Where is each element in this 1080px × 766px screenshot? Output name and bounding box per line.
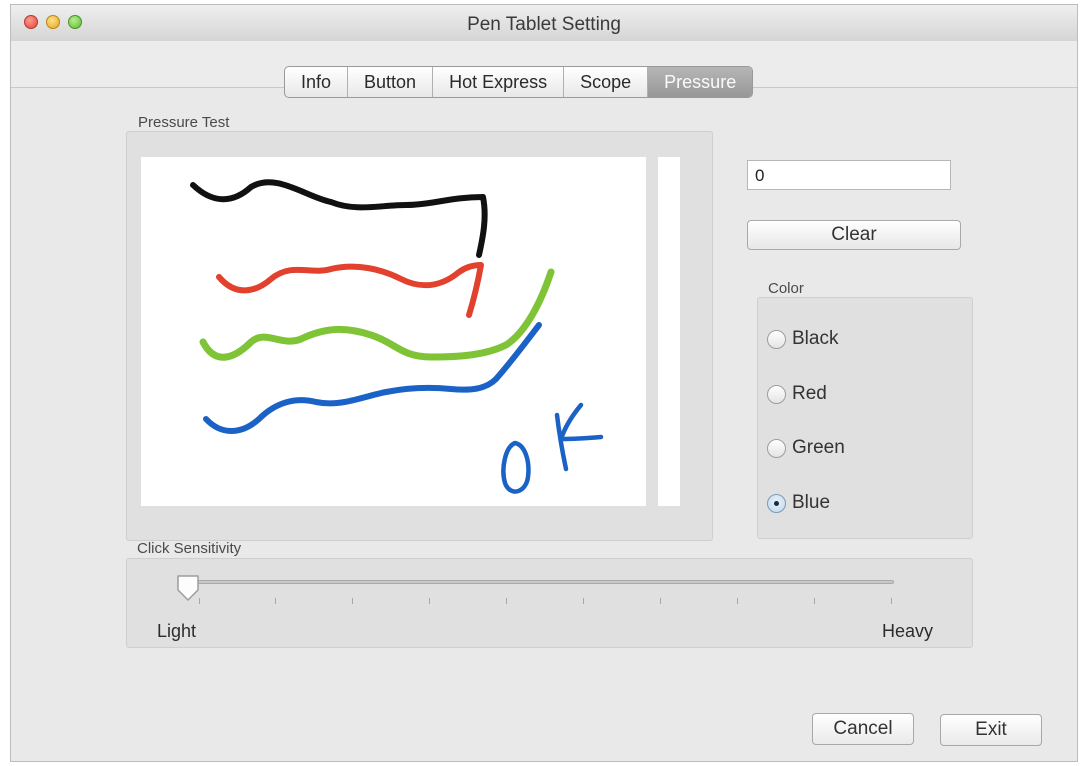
slider-max-label: Heavy <box>882 621 934 641</box>
click-sensitivity-label: Click Sensitivity <box>137 540 242 557</box>
slider-tick <box>660 598 661 604</box>
canvas-scrollbar[interactable] <box>658 157 680 506</box>
color-label: Color <box>768 280 804 297</box>
handwritten-o <box>501 440 531 494</box>
slider-min-label: Light <box>157 621 197 641</box>
handwritten-k-stem <box>554 412 569 472</box>
sensitivity-slider-track[interactable] <box>186 580 894 584</box>
tab-hot-express[interactable]: Hot Express <box>433 67 565 97</box>
slider-tick <box>506 598 507 604</box>
color-option-red[interactable]: Red <box>767 381 827 407</box>
clear-button[interactable]: Clear <box>747 220 961 250</box>
slider-tick <box>583 598 584 604</box>
slider-tick <box>891 598 892 604</box>
color-option-label: Green <box>792 437 845 458</box>
color-option-black[interactable]: Black <box>767 326 838 352</box>
radio-black-icon[interactable] <box>767 329 786 349</box>
color-option-label: Black <box>792 328 839 349</box>
red-stroke <box>216 262 484 318</box>
slider-tick <box>737 598 738 604</box>
color-option-blue[interactable]: Blue <box>767 490 830 516</box>
color-option-green[interactable]: Green <box>767 435 845 461</box>
color-option-label: Blue <box>792 492 831 513</box>
tab-bar: Info Button Hot Express Scope Pressure <box>284 66 754 98</box>
tab-scope[interactable]: Scope <box>564 67 649 97</box>
tab-pressure[interactable]: Pressure <box>648 67 753 97</box>
color-option-label: Red <box>792 383 827 404</box>
pressure-value-field[interactable]: 0 <box>747 160 951 190</box>
tab-info[interactable]: Info <box>285 67 349 97</box>
click-sensitivity-panel <box>126 558 973 648</box>
tab-button[interactable]: Button <box>348 67 434 97</box>
window-title: Pen Tablet Setting <box>467 14 621 35</box>
radio-red-icon[interactable] <box>767 384 786 404</box>
cancel-button[interactable]: Cancel <box>812 713 914 745</box>
exit-button[interactable]: Exit <box>940 714 1042 746</box>
handwritten-k-arms <box>558 402 604 442</box>
black-stroke <box>190 179 488 258</box>
slider-tick <box>199 598 200 604</box>
green-stroke <box>199 268 555 361</box>
slider-tick <box>275 598 276 604</box>
handwritten-ok-text: oK <box>501 402 604 494</box>
slider-tick <box>352 598 353 604</box>
slider-tick <box>429 598 430 604</box>
pen-strokes: oK <box>190 179 604 494</box>
drawing-canvas[interactable]: oK <box>141 157 646 506</box>
radio-green-icon[interactable] <box>767 438 786 458</box>
slider-tick <box>814 598 815 604</box>
sensitivity-slider-thumb[interactable] <box>175 574 201 602</box>
radio-blue-icon[interactable] <box>767 493 786 513</box>
pressure-test-label: Pressure Test <box>138 114 230 131</box>
title-bar: Pen Tablet Setting <box>11 5 1077 42</box>
